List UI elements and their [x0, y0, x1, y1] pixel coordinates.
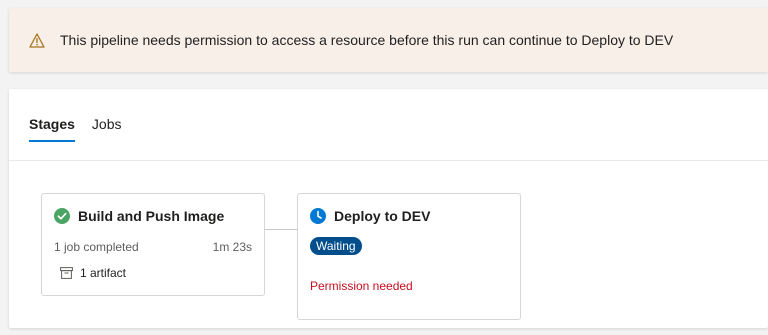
- tab-divider: [9, 160, 768, 161]
- tab-jobs[interactable]: Jobs: [92, 116, 122, 144]
- stage-connector: [265, 229, 297, 230]
- stage-duration: 1m 23s: [212, 240, 252, 254]
- permission-banner: This pipeline needs permission to access…: [9, 8, 768, 72]
- run-panel: Stages Jobs Build and Push Image 1 job c…: [9, 89, 768, 328]
- tab-bar: Stages Jobs: [29, 116, 139, 146]
- banner-message: This pipeline needs permission to access…: [60, 32, 674, 48]
- stage-title: Build and Push Image: [78, 208, 225, 224]
- artifact-link[interactable]: 1 artifact: [60, 266, 126, 280]
- stage-meta: 1 job completed 1m 23s: [54, 240, 252, 254]
- warning-icon: [28, 31, 46, 49]
- status-badge: Waiting: [310, 237, 362, 255]
- artifact-count: 1 artifact: [80, 266, 127, 280]
- stage-title-row: Build and Push Image: [54, 208, 224, 224]
- artifact-icon: [60, 267, 74, 279]
- stage-card-deploy[interactable]: Deploy to DEV Waiting Permission needed: [297, 193, 521, 320]
- clock-icon: [310, 208, 326, 224]
- stage-title-row: Deploy to DEV: [310, 208, 430, 224]
- check-circle-icon: [54, 208, 70, 224]
- jobs-completed: 1 job completed: [54, 240, 139, 254]
- tab-stages[interactable]: Stages: [29, 116, 75, 144]
- permission-needed-link[interactable]: Permission needed: [310, 279, 413, 293]
- stage-title: Deploy to DEV: [334, 208, 431, 224]
- stage-card-build[interactable]: Build and Push Image 1 job completed 1m …: [41, 193, 265, 296]
